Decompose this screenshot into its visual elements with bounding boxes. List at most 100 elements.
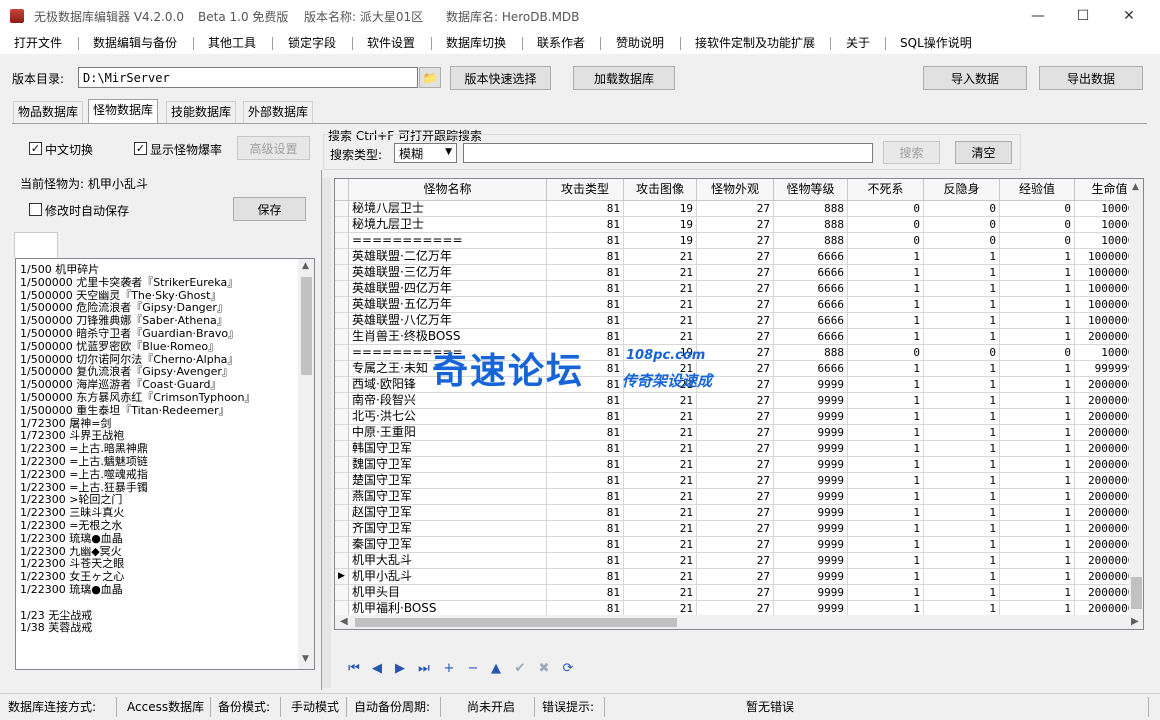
table-cell[interactable]: 21 (624, 361, 697, 377)
table-cell[interactable]: 1 (848, 377, 924, 393)
last-record-icon[interactable]: ⏭ (414, 658, 434, 678)
column-header[interactable]: 攻击图像 (624, 179, 697, 201)
menu-custom-dev[interactable]: 接软件定制及功能扩展 (695, 34, 815, 52)
table-cell[interactable]: 0 (848, 217, 924, 233)
table-cell[interactable]: 1 (924, 585, 1000, 601)
table-cell[interactable]: 27 (697, 377, 774, 393)
row-indicator[interactable] (335, 393, 349, 409)
table-cell[interactable]: 9999 (774, 489, 848, 505)
browse-folder-button[interactable]: 📁 (419, 67, 441, 88)
table-cell[interactable]: 1 (848, 569, 924, 585)
row-indicator[interactable] (335, 521, 349, 537)
row-indicator[interactable] (335, 345, 349, 361)
table-cell[interactable]: 0 (848, 233, 924, 249)
table-cell[interactable]: 9999 (774, 441, 848, 457)
table-cell[interactable]: 1 (1000, 521, 1075, 537)
table-cell[interactable]: 81 (547, 345, 624, 361)
table-cell[interactable]: 27 (697, 217, 774, 233)
drops-scrollbar[interactable]: ▲ ▼ (298, 259, 314, 669)
table-cell[interactable]: 0 (1000, 217, 1075, 233)
table-cell[interactable]: 0 (924, 345, 1000, 361)
row-indicator[interactable] (335, 457, 349, 473)
table-cell[interactable]: 27 (697, 265, 774, 281)
table-cell[interactable]: 21 (624, 441, 697, 457)
table-cell[interactable]: 1 (1000, 265, 1075, 281)
minimize-button[interactable]: — (1015, 0, 1061, 32)
table-cell[interactable]: 81 (547, 281, 624, 297)
table-cell[interactable]: 21 (624, 553, 697, 569)
clear-search-button[interactable]: 清空 (955, 141, 1012, 164)
table-cell[interactable]: 81 (547, 441, 624, 457)
monster-name-cell[interactable]: 机甲小乱斗 (349, 569, 547, 585)
table-cell[interactable]: 27 (697, 585, 774, 601)
table-cell[interactable]: 27 (697, 553, 774, 569)
monster-name-cell[interactable]: 秘境八层卫士 (349, 201, 547, 217)
table-cell[interactable]: 1 (924, 409, 1000, 425)
table-cell[interactable]: 9999 (774, 473, 848, 489)
row-indicator[interactable] (335, 377, 349, 393)
menu-other-tools[interactable]: 其他工具 (208, 34, 256, 52)
table-cell[interactable]: 81 (547, 217, 624, 233)
scroll-down-icon[interactable]: ▼ (302, 654, 309, 664)
table-cell[interactable]: 1 (924, 553, 1000, 569)
table-cell[interactable]: 81 (547, 265, 624, 281)
column-header[interactable]: 不死系 (848, 179, 924, 201)
table-cell[interactable]: 27 (697, 281, 774, 297)
chinese-toggle-checkbox[interactable]: ✓ (29, 142, 42, 155)
advanced-settings-button[interactable]: 高级设置 (237, 136, 310, 160)
drop-rate-checkbox[interactable]: ✓ (134, 142, 147, 155)
table-cell[interactable]: 9999 (774, 521, 848, 537)
row-indicator[interactable] (335, 489, 349, 505)
drops-tab[interactable] (14, 232, 58, 258)
table-cell[interactable]: 1 (1000, 281, 1075, 297)
row-indicator[interactable] (335, 585, 349, 601)
table-cell[interactable]: 1 (848, 521, 924, 537)
table-cell[interactable]: 27 (697, 409, 774, 425)
table-cell[interactable]: 6666 (774, 297, 848, 313)
quick-select-button[interactable]: 版本快速选择 (450, 66, 551, 90)
menu-lock-fields[interactable]: 锁定字段 (288, 34, 336, 52)
table-cell[interactable]: 9999 (774, 457, 848, 473)
table-cell[interactable]: 27 (697, 313, 774, 329)
table-cell[interactable]: 27 (697, 505, 774, 521)
table-cell[interactable]: 1 (1000, 457, 1075, 473)
row-indicator[interactable] (335, 553, 349, 569)
table-cell[interactable]: 81 (547, 393, 624, 409)
menu-data-edit-backup[interactable]: 数据编辑与备份 (93, 34, 177, 52)
row-indicator[interactable] (335, 313, 349, 329)
table-cell[interactable]: 21 (624, 313, 697, 329)
monster-name-cell[interactable]: 英雄联盟·三亿万年 (349, 265, 547, 281)
table-cell[interactable]: 6666 (774, 313, 848, 329)
monster-name-cell[interactable]: 秦国守卫军 (349, 537, 547, 553)
table-cell[interactable]: 1 (848, 489, 924, 505)
table-cell[interactable]: 27 (697, 201, 774, 217)
column-header[interactable]: 攻击类型 (547, 179, 624, 201)
table-cell[interactable]: 21 (624, 281, 697, 297)
table-cell[interactable]: 21 (624, 505, 697, 521)
table-cell[interactable]: 0 (1000, 233, 1075, 249)
row-indicator[interactable] (335, 217, 349, 233)
monster-name-cell[interactable]: 魏国守卫军 (349, 457, 547, 473)
table-cell[interactable]: 27 (697, 569, 774, 585)
table-cell[interactable]: 81 (547, 233, 624, 249)
table-cell[interactable]: 1 (848, 313, 924, 329)
table-cell[interactable]: 0 (924, 217, 1000, 233)
monster-name-cell[interactable]: 专属之王·未知 (349, 361, 547, 377)
table-cell[interactable]: 21 (624, 489, 697, 505)
table-cell[interactable]: 6666 (774, 249, 848, 265)
table-cell[interactable]: 81 (547, 489, 624, 505)
monster-name-cell[interactable]: 生肖兽王·终极BOSS (349, 329, 547, 345)
scroll-up-icon[interactable]: ▲ (302, 261, 309, 271)
monster-name-cell[interactable]: 机甲头目 (349, 585, 547, 601)
close-button[interactable]: ✕ (1106, 0, 1152, 32)
table-cell[interactable]: 81 (547, 473, 624, 489)
table-cell[interactable]: 19 (624, 233, 697, 249)
first-record-icon[interactable]: ⏮ (344, 658, 364, 678)
column-header[interactable]: 怪物名称 (349, 179, 547, 201)
column-header[interactable]: 怪物外观 (697, 179, 774, 201)
table-cell[interactable]: 27 (697, 329, 774, 345)
table-cell[interactable]: 1 (1000, 569, 1075, 585)
table-cell[interactable]: 0 (848, 201, 924, 217)
row-indicator[interactable] (335, 441, 349, 457)
refresh-icon[interactable]: ⟳ (558, 658, 578, 678)
